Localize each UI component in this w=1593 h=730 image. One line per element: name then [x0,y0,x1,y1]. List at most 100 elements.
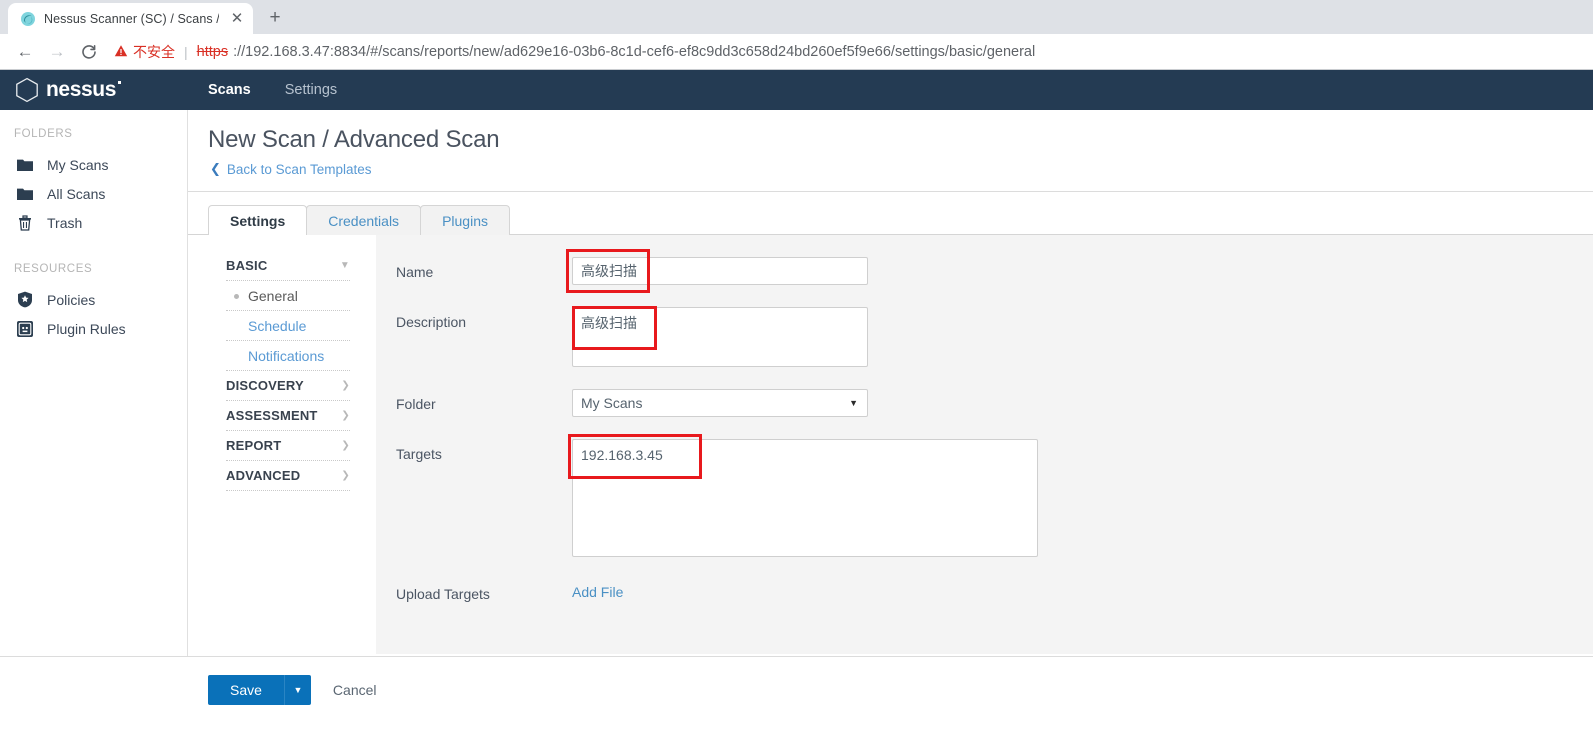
main-content: New Scan / Advanced Scan ❮ Back to Scan … [188,110,1593,730]
settings-nav-group-advanced[interactable]: ADVANCED ❯ [226,461,350,491]
address-bar[interactable]: 不安全 | https://192.168.3.47:8834/#/scans/… [114,39,1583,65]
sidebar-item-trash[interactable]: Trash [0,208,187,237]
browser-toolbar: ← → 不安全 | https://192.168.3.47:8834/#/sc… [0,34,1593,70]
arrow-right-icon: → [48,41,66,61]
settings-nav-group-discovery[interactable]: DISCOVERY ❯ [226,371,350,401]
app-topbar: nessus Scans Settings [0,70,1593,110]
app-topnav: Scans Settings [208,82,337,98]
shield-star-icon [16,291,34,308]
footer-actions: Save ▼ Cancel [0,656,1593,730]
form-row-name: Name 高级扫描 [376,249,1593,293]
folder-select[interactable]: My Scans ▼ [572,389,868,417]
settings-nav: BASIC ▼ General Schedule Notifications D… [208,235,368,654]
reload-icon[interactable] [74,37,104,67]
folder-field-wrap: My Scans ▼ [572,389,868,417]
description-textarea[interactable]: 高级扫描 [572,307,868,367]
nessus-brand[interactable]: nessus [14,77,190,104]
settings-nav-group-basic[interactable]: BASIC ▼ [226,251,350,281]
sidebar-heading-resources: RESOURCES [14,263,93,275]
browser-tab-title: Nessus Scanner (SC) / Scans / [44,11,219,26]
form-row-upload-targets: Upload Targets Add File [376,579,1593,602]
sidebar-item-label: All Scans [47,185,106,202]
insecure-label: 不安全 [133,43,175,60]
topnav-item-settings[interactable]: Settings [285,82,337,98]
footer-inner: Save ▼ Cancel [0,657,1593,705]
browser-chrome: Nessus Scanner (SC) / Scans / ✕ + ← → 不安… [0,0,1593,70]
sidebar-divider [0,237,187,263]
tab-bar: Settings Credentials Plugins [208,205,1593,235]
targets-label: Targets [396,446,442,462]
page-title: New Scan / Advanced Scan [208,126,500,153]
targets-field-wrap: 192.168.3.45 [568,434,1038,557]
tab-plugins[interactable]: Plugins [420,205,510,235]
sidebar-item-my-scans[interactable]: My Scans [0,150,187,179]
browser-tabstrip: Nessus Scanner (SC) / Scans / ✕ + [0,0,1593,34]
title-divider [188,191,1593,192]
settings-nav-group-report[interactable]: REPORT ❯ [226,431,350,461]
chevron-right-icon: ❯ [341,380,350,391]
settings-nav-label: ADVANCED [226,468,301,483]
warning-triangle-icon [114,44,128,60]
description-label: Description [396,314,467,330]
chevron-down-icon: ▼ [339,260,350,271]
new-tab-button[interactable]: + [261,4,289,32]
settings-nav-label: REPORT [226,438,282,453]
sidebar-item-label: Trash [47,214,83,231]
settings-nav-group-assessment[interactable]: ASSESSMENT ❯ [226,401,350,431]
browser-tab[interactable]: Nessus Scanner (SC) / Scans / ✕ [8,3,253,34]
trash-icon [16,214,34,231]
settings-panel: BASIC ▼ General Schedule Notifications D… [208,235,1593,654]
plugin-rules-icon [16,320,34,337]
sidebar-heading-folders: FOLDERS [14,128,73,140]
url-path: ://192.168.3.47:8834/#/scans/reports/new… [233,43,1036,60]
add-file-link[interactable]: Add File [572,579,623,600]
topnav-item-scans[interactable]: Scans [208,82,251,98]
form-row-description: Description 高级扫描 [376,306,1593,367]
form-row-folder: Folder My Scans ▼ [376,389,1593,417]
settings-nav-label: BASIC [226,258,268,273]
folder-icon [16,187,34,201]
save-button[interactable]: Save [208,675,284,705]
settings-nav-item-schedule[interactable]: Schedule [226,311,350,341]
description-field-wrap: 高级扫描 [572,306,868,367]
sidebar: FOLDERS My Scans All Scans Trash RESOURC… [0,110,188,730]
sidebar-item-policies[interactable]: Policies [0,285,187,314]
form-row-targets: Targets 192.168.3.45 [376,434,1593,557]
nessus-swirl-icon [20,11,36,27]
name-input[interactable]: 高级扫描 [572,257,868,285]
name-field-wrap: 高级扫描 [566,249,868,293]
chevron-left-icon: ❮ [210,161,221,176]
back-to-templates-link[interactable]: ❮ Back to Scan Templates [210,161,1593,177]
settings-nav-label: DISCOVERY [226,378,304,393]
close-icon[interactable]: ✕ [227,9,247,29]
settings-nav-label: ASSESSMENT [226,408,318,423]
folder-icon [16,158,34,172]
chevron-right-icon: ❯ [341,470,350,481]
omnibox-separator: | [184,43,188,60]
hexagon-logo-icon [14,77,40,104]
save-dropdown-button[interactable]: ▼ [283,675,311,705]
folder-select-value: My Scans [581,395,643,411]
url-scheme: https [196,43,229,60]
tab-credentials[interactable]: Credentials [306,205,422,235]
back-link-label: Back to Scan Templates [226,161,372,177]
chevron-right-icon: ❯ [341,440,350,451]
general-settings-form: Name 高级扫描 Description 高级扫描 Folder My Sca… [376,235,1593,654]
settings-nav-item-notifications[interactable]: Notifications [226,341,350,371]
sidebar-item-label: My Scans [47,156,109,173]
name-label: Name [396,264,434,280]
arrow-left-icon[interactable]: ← [10,37,40,67]
targets-textarea[interactable]: 192.168.3.45 [572,439,1038,557]
sidebar-item-plugin-rules[interactable]: Plugin Rules [0,314,187,343]
folder-label: Folder [396,396,436,412]
save-button-group: Save ▼ [208,675,311,705]
cancel-button[interactable]: Cancel [333,682,377,698]
upload-targets-label: Upload Targets [396,586,490,602]
app-body: FOLDERS My Scans All Scans Trash RESOURC… [0,110,1593,730]
tab-settings[interactable]: Settings [208,205,308,235]
chevron-right-icon: ❯ [341,410,350,421]
brand-label: nessus [46,78,121,101]
nessus-app: nessus Scans Settings FOLDERS My Scans A… [0,70,1593,730]
settings-nav-item-general[interactable]: General [226,281,350,311]
sidebar-item-all-scans[interactable]: All Scans [0,179,187,208]
